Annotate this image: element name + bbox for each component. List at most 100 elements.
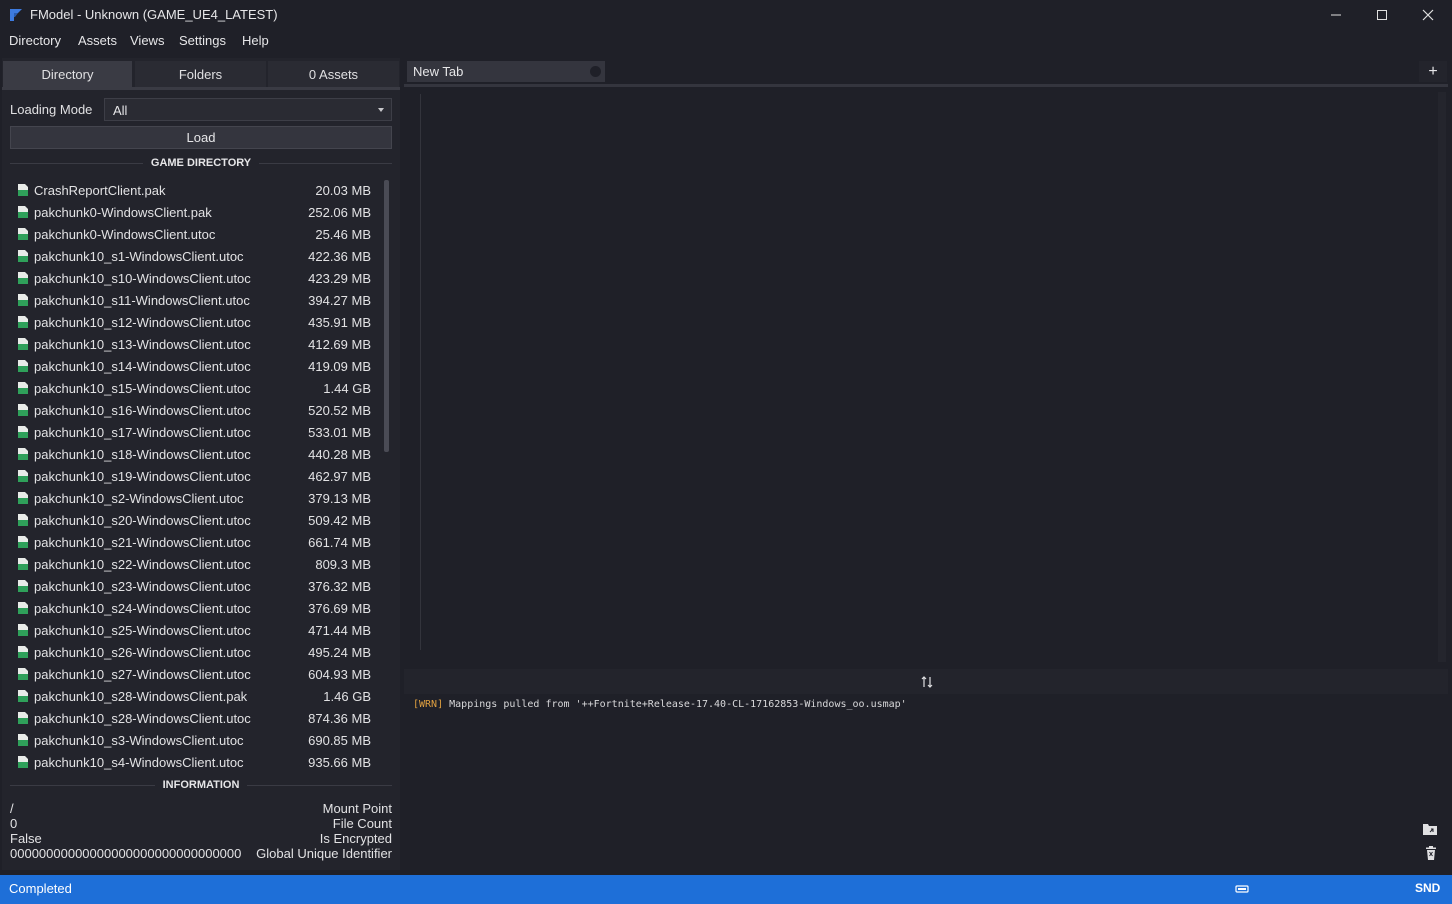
- tab-folders[interactable]: Folders: [135, 61, 266, 87]
- info-row-mount-point: / Mount Point: [10, 801, 392, 816]
- menu-help[interactable]: Help: [242, 33, 269, 48]
- menu-views[interactable]: Views: [130, 33, 164, 48]
- pak-file-icon: [18, 184, 28, 196]
- file-row[interactable]: pakchunk10_s28-WindowsClient.pak 1.46 GB: [10, 685, 380, 707]
- pak-file-icon: [18, 712, 28, 724]
- log-console[interactable]: [404, 696, 1448, 868]
- file-row[interactable]: pakchunk10_s28-WindowsClient.utoc 874.36 …: [10, 707, 380, 729]
- menu-settings[interactable]: Settings: [179, 33, 226, 48]
- file-row[interactable]: pakchunk10_s22-WindowsClient.utoc 809.3 M…: [10, 553, 380, 575]
- file-row[interactable]: pakchunk10_s25-WindowsClient.utoc 471.44 …: [10, 619, 380, 641]
- file-name: pakchunk10_s14-WindowsClient.utoc: [34, 358, 251, 374]
- file-size: 423.29 MB: [308, 270, 371, 286]
- file-row[interactable]: pakchunk10_s16-WindowsClient.utoc 520.52 …: [10, 399, 380, 421]
- file-size: 435.91 MB: [308, 314, 371, 330]
- file-row[interactable]: pakchunk10_s3-WindowsClient.utoc 690.85 M…: [10, 729, 380, 751]
- file-row[interactable]: pakchunk10_s1-WindowsClient.utoc 422.36 M…: [10, 245, 380, 267]
- game-directory-header: GAME DIRECTORY: [10, 157, 393, 169]
- file-row[interactable]: pakchunk10_s24-WindowsClient.utoc 376.69 …: [10, 597, 380, 619]
- pak-file-icon: [18, 316, 28, 328]
- file-size: 376.69 MB: [308, 600, 371, 616]
- file-size: 422.36 MB: [308, 248, 371, 264]
- file-row[interactable]: pakchunk10_s27-WindowsClient.utoc 604.93 …: [10, 663, 380, 685]
- file-size: 412.69 MB: [308, 336, 371, 352]
- file-row[interactable]: pakchunk0-WindowsClient.utoc 25.46 MB: [10, 223, 380, 245]
- file-row[interactable]: pakchunk10_s4-WindowsClient.utoc 935.66 M…: [10, 751, 380, 773]
- text-editor[interactable]: [404, 87, 1448, 667]
- tab-directory[interactable]: Directory: [3, 61, 132, 87]
- file-name: pakchunk10_s19-WindowsClient.utoc: [34, 468, 251, 484]
- status-snd-indicator[interactable]: SND: [1415, 881, 1440, 895]
- minimize-button[interactable]: [1313, 0, 1359, 30]
- maximize-button[interactable]: [1359, 0, 1405, 30]
- file-name: pakchunk10_s24-WindowsClient.utoc: [34, 600, 251, 616]
- file-size: 25.46 MB: [315, 226, 371, 242]
- file-size: 376.32 MB: [308, 578, 371, 594]
- log-message: Mappings pulled from '++Fortnite+Release…: [443, 699, 907, 710]
- load-button[interactable]: Load: [10, 126, 392, 149]
- file-name: pakchunk10_s1-WindowsClient.utoc: [34, 248, 244, 264]
- file-row[interactable]: pakchunk10_s11-WindowsClient.utoc 394.27 …: [10, 289, 380, 311]
- menu-assets[interactable]: Assets: [78, 33, 117, 48]
- file-row[interactable]: pakchunk0-WindowsClient.pak 252.06 MB: [10, 201, 380, 223]
- file-size: 471.44 MB: [308, 622, 371, 638]
- pak-file-icon: [18, 206, 28, 218]
- file-name: pakchunk10_s21-WindowsClient.utoc: [34, 534, 251, 550]
- tab-close-icon[interactable]: [590, 66, 601, 77]
- info-row-guid: 00000000000000000000000000000000 Global …: [10, 846, 392, 861]
- file-row[interactable]: pakchunk10_s15-WindowsClient.utoc 1.44 GB: [10, 377, 380, 399]
- tab-assets[interactable]: 0 Assets: [268, 61, 399, 87]
- swap-vertical-icon[interactable]: [920, 675, 934, 689]
- file-row[interactable]: pakchunk10_s14-WindowsClient.utoc 419.09 …: [10, 355, 380, 377]
- editor-tab-label: New Tab: [413, 64, 464, 79]
- info-value: 0: [10, 816, 18, 831]
- file-name: pakchunk10_s25-WindowsClient.utoc: [34, 622, 251, 638]
- pak-file-icon: [18, 602, 28, 614]
- pak-file-icon: [18, 756, 28, 768]
- menu-directory[interactable]: Directory: [9, 33, 61, 48]
- file-row[interactable]: pakchunk10_s17-WindowsClient.utoc 533.01 …: [10, 421, 380, 443]
- trash-icon[interactable]: [1425, 846, 1437, 860]
- pak-file-icon: [18, 272, 28, 284]
- file-name: pakchunk10_s11-WindowsClient.utoc: [34, 292, 250, 308]
- pak-file-icon: [18, 646, 28, 658]
- information-header: INFORMATION: [10, 779, 393, 791]
- game-directory-list[interactable]: CrashReportClient.pak 20.03 MB pakchunk0-W…: [10, 179, 380, 773]
- file-row[interactable]: pakchunk10_s23-WindowsClient.utoc 376.32 …: [10, 575, 380, 597]
- close-button[interactable]: [1405, 0, 1451, 30]
- file-row[interactable]: pakchunk10_s21-WindowsClient.utoc 661.74 …: [10, 531, 380, 553]
- file-row[interactable]: pakchunk10_s10-WindowsClient.utoc 423.29 …: [10, 267, 380, 289]
- tab-underline: [2, 87, 400, 90]
- file-row[interactable]: pakchunk10_s12-WindowsClient.utoc 435.91 …: [10, 311, 380, 333]
- file-row[interactable]: pakchunk10_s2-WindowsClient.utoc 379.13 M…: [10, 487, 380, 509]
- file-row[interactable]: pakchunk10_s18-WindowsClient.utoc 440.28 …: [10, 443, 380, 465]
- add-tab-button[interactable]: +: [1419, 61, 1447, 82]
- pak-file-icon: [18, 294, 28, 306]
- file-row[interactable]: pakchunk10_s19-WindowsClient.utoc 462.97 …: [10, 465, 380, 487]
- file-name: pakchunk10_s3-WindowsClient.utoc: [34, 732, 244, 748]
- pak-file-icon: [18, 338, 28, 350]
- file-size: 20.03 MB: [315, 182, 371, 198]
- file-name: pakchunk10_s12-WindowsClient.utoc: [34, 314, 251, 330]
- keyboard-icon[interactable]: [1235, 883, 1249, 895]
- loading-mode-select[interactable]: All: [104, 98, 392, 121]
- file-name: pakchunk10_s16-WindowsClient.utoc: [34, 402, 251, 418]
- editor-scrollbar[interactable]: [1438, 92, 1446, 662]
- file-name: pakchunk10_s22-WindowsClient.utoc: [34, 556, 251, 572]
- fmodel-logo-icon: [10, 9, 22, 21]
- file-list-scroll-thumb[interactable]: [384, 180, 389, 452]
- folder-icon[interactable]: [1423, 823, 1437, 835]
- file-row[interactable]: pakchunk10_s13-WindowsClient.utoc 412.69 …: [10, 333, 380, 355]
- log-line: [WRN] Mappings pulled from '++Fortnite+R…: [413, 699, 907, 710]
- file-row[interactable]: pakchunk10_s26-WindowsClient.utoc 495.24 …: [10, 641, 380, 663]
- file-row[interactable]: pakchunk10_s20-WindowsClient.utoc 509.42 …: [10, 509, 380, 531]
- file-size: 1.44 GB: [323, 380, 371, 396]
- file-size: 1.46 GB: [323, 688, 371, 704]
- file-name: pakchunk10_s26-WindowsClient.utoc: [34, 644, 251, 660]
- file-row[interactable]: CrashReportClient.pak 20.03 MB: [10, 179, 380, 201]
- window-title: FModel - Unknown (GAME_UE4_LATEST): [30, 7, 278, 22]
- pak-file-icon: [18, 624, 28, 636]
- editor-tab-new-tab[interactable]: New Tab: [407, 61, 605, 82]
- info-key: Mount Point: [322, 801, 392, 816]
- info-row-file-count: 0 File Count: [10, 816, 392, 831]
